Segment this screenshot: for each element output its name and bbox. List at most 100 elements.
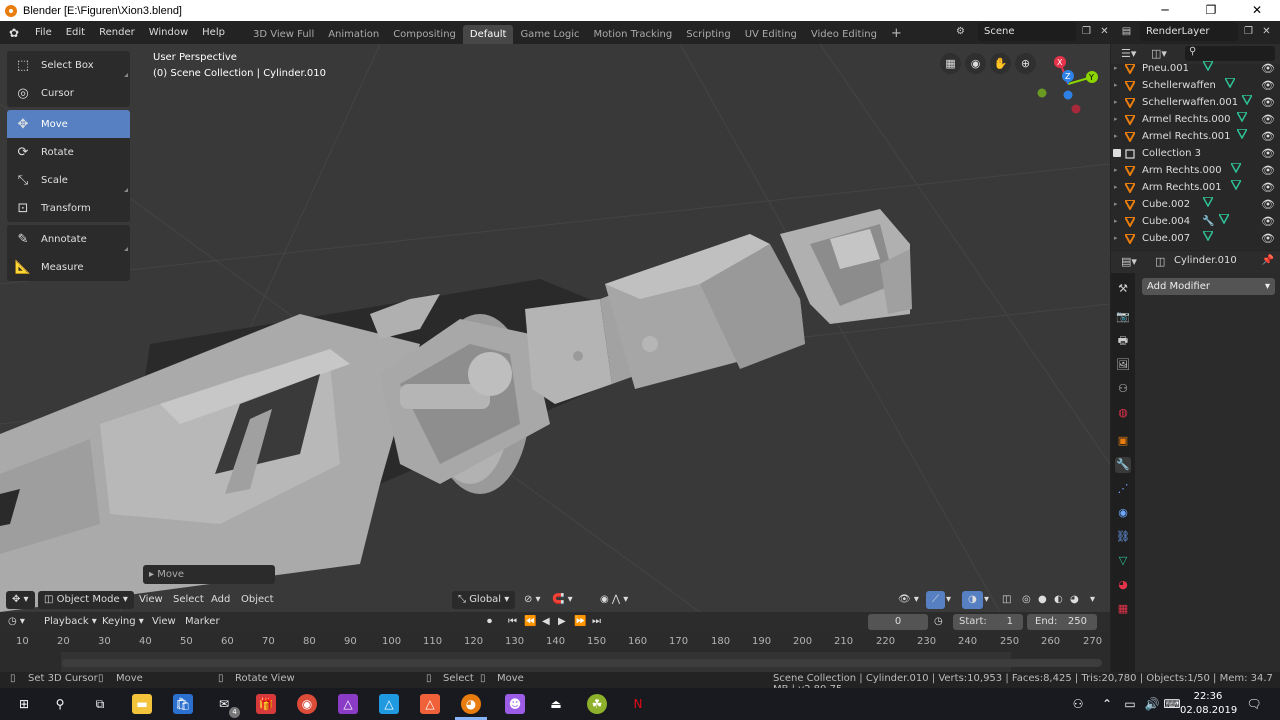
constraints-tab-icon[interactable]: ⛓	[1115, 529, 1131, 545]
shading-wireframe-icon[interactable]: ◎	[1022, 591, 1031, 609]
end-frame-field[interactable]: End: 250	[1027, 614, 1097, 630]
scene-tab-icon[interactable]: ⚇	[1115, 381, 1131, 397]
timeline-scrollbar[interactable]	[62, 659, 1102, 667]
menu-window[interactable]: Window	[142, 21, 195, 44]
outliner-row[interactable]: ▸ Armel Rechts.001 👁	[1111, 128, 1280, 145]
transform-orientation-dropdown[interactable]: ⤡ Global ▾	[452, 591, 516, 609]
menu-add[interactable]: Add	[211, 591, 230, 609]
minimize-button[interactable]: ─	[1142, 0, 1188, 21]
menu-render[interactable]: Render	[92, 21, 142, 44]
toggle-camera-icon[interactable]: ▦	[940, 53, 961, 74]
tab-uv-editing[interactable]: UV Editing	[738, 25, 804, 44]
shading-dropdown-icon[interactable]: ▾	[1090, 591, 1095, 609]
view-layer-tab-icon[interactable]: 🖼	[1115, 357, 1131, 373]
visibility-eye-icon[interactable]: 👁	[1261, 162, 1275, 179]
notification-icon[interactable]: 🗨	[1244, 694, 1264, 714]
outliner-row[interactable]: ▸ Pneu.001 👁	[1111, 60, 1280, 77]
physics-tab-icon[interactable]: ◉	[1115, 505, 1131, 521]
windows-start-icon[interactable]: ⊞	[14, 694, 34, 714]
delete-layer-icon[interactable]: ✕	[1258, 23, 1275, 40]
people-icon[interactable]: ⚇	[1068, 694, 1088, 714]
outliner-row[interactable]: ▸ Arm Rechts.001 👁	[1111, 179, 1280, 196]
tab-animation[interactable]: Animation	[321, 25, 386, 44]
gift-app-icon[interactable]: 🎁	[256, 694, 276, 714]
menu-object[interactable]: Object	[241, 591, 274, 609]
visibility-eye-icon[interactable]: 👁	[1261, 196, 1275, 213]
chrome-icon[interactable]: ◉	[297, 694, 317, 714]
output-tab-icon[interactable]: 🖶	[1115, 333, 1131, 349]
render-layer-icon[interactable]: ▤	[1118, 23, 1135, 40]
mesh-data-icon[interactable]	[1235, 128, 1249, 145]
tool-measure[interactable]: 📐 Measure	[7, 253, 130, 281]
mesh-data-icon[interactable]	[1201, 196, 1215, 213]
outliner-row[interactable]: ▸ Arm Rechts.000 👁	[1111, 162, 1280, 179]
menu-help[interactable]: Help	[195, 21, 232, 44]
menu-view[interactable]: View	[139, 591, 163, 609]
visibility-eye-icon[interactable]: 👁	[1261, 94, 1275, 111]
tab-3d-view-full[interactable]: 3D View Full	[246, 25, 321, 44]
menu-select[interactable]: Select	[173, 591, 204, 609]
record-icon[interactable]: ⏺	[487, 613, 492, 631]
editor-type-button[interactable]: ✥ ▾	[6, 591, 35, 609]
task-view-icon[interactable]: ⧉	[90, 694, 110, 714]
tool-rotate[interactable]: ⟳ Rotate	[7, 138, 130, 166]
usb-tool-icon[interactable]: ⏏	[546, 694, 566, 714]
mesh-data-icon[interactable]	[1240, 94, 1254, 111]
camera-view-icon[interactable]: ◉	[965, 53, 986, 74]
tool-scale[interactable]: ⤡ Scale	[7, 166, 130, 194]
collection-checkbox[interactable]	[1113, 149, 1121, 157]
store-icon[interactable]: 🛍	[173, 694, 193, 714]
outliner-row[interactable]: ▸ Armel Rechts.000 👁	[1111, 111, 1280, 128]
current-frame-field[interactable]: 0	[868, 614, 928, 630]
shading-rendered-icon[interactable]: ◕	[1070, 591, 1079, 609]
modifier-tab-icon[interactable]: 🔧	[1115, 457, 1131, 473]
add-modifier-dropdown[interactable]: Add Modifier ▾	[1142, 278, 1275, 295]
display-mode-icon[interactable]: ◫▾	[1151, 47, 1167, 60]
preview-range-icon[interactable]: ◷	[934, 613, 943, 631]
maximize-button[interactable]: ❐	[1188, 0, 1234, 21]
3d-viewport[interactable]: User Perspective (0) Scene Collection | …	[0, 44, 1110, 612]
object-mode-dropdown[interactable]: ◫ Object Mode ▾	[38, 591, 134, 609]
outliner-row[interactable]: ▸ Schellerwaffen.001 👁	[1111, 94, 1280, 111]
tool-annotate[interactable]: ✎ Annotate	[7, 225, 130, 253]
menu-keying[interactable]: Keying ▾	[102, 613, 144, 631]
gizmo-toggle-icon[interactable]: ⟋	[926, 591, 945, 609]
menu-timeline-view[interactable]: View	[152, 613, 176, 631]
particles-tab-icon[interactable]: ⋰	[1115, 481, 1131, 497]
scene-name-field[interactable]: Scene	[978, 22, 1076, 41]
modifier-wrench-icon[interactable]: 🔧	[1202, 213, 1214, 230]
render-layer-field[interactable]: RenderLayer	[1140, 22, 1238, 41]
green-app-icon[interactable]: ☘	[587, 694, 607, 714]
next-keyframe-icon[interactable]: ⏩	[574, 613, 586, 631]
close-button[interactable]: ✕	[1234, 0, 1280, 21]
object-tab-icon[interactable]: ▣	[1115, 433, 1131, 449]
mesh-data-icon[interactable]	[1235, 111, 1249, 128]
pivot-icon[interactable]: ⊘ ▾	[524, 591, 541, 609]
jump-end-icon[interactable]: ⏭	[592, 613, 601, 631]
new-layer-icon[interactable]: ❐	[1240, 23, 1257, 40]
overlay-dropdown-icon[interactable]: ▾	[984, 591, 989, 609]
mesh-data-icon[interactable]	[1201, 60, 1215, 77]
clock-date[interactable]: 02.08.2019	[1180, 705, 1237, 716]
mesh-data-tab-icon[interactable]: ▽	[1115, 553, 1131, 569]
visibility-eye-icon[interactable]: 👁	[1261, 230, 1275, 247]
tab-game-logic[interactable]: Game Logic	[513, 25, 586, 44]
blender-menu-icon[interactable]: ✿	[0, 26, 28, 40]
outliner-row[interactable]: ▸ Schellerwaffen 👁	[1111, 77, 1280, 94]
blender-taskbar-icon[interactable]: ◕	[461, 694, 481, 714]
gizmo-neg-x-icon[interactable]	[1071, 104, 1081, 114]
mesh-data-icon[interactable]	[1223, 77, 1237, 94]
tool-move[interactable]: ✥ Move	[7, 110, 130, 138]
play-reverse-icon[interactable]: ◀	[542, 613, 550, 631]
tab-compositing[interactable]: Compositing	[386, 25, 463, 44]
world-tab-icon[interactable]: ◍	[1115, 405, 1131, 421]
affinity-designer-icon[interactable]: △	[338, 694, 358, 714]
affinity-publisher-icon[interactable]: △	[420, 694, 440, 714]
tool-transform[interactable]: ⊡ Transform	[7, 194, 130, 222]
clock-time[interactable]: 22:36	[1185, 691, 1231, 702]
netflix-icon[interactable]: N	[628, 694, 648, 714]
tab-default[interactable]: Default	[462, 25, 514, 44]
timeline-editor-icon[interactable]: ◷ ▾	[8, 613, 25, 631]
tab-scripting[interactable]: Scripting	[679, 25, 737, 44]
navigation-gizmo[interactable]: X Y Z	[1030, 52, 1105, 122]
